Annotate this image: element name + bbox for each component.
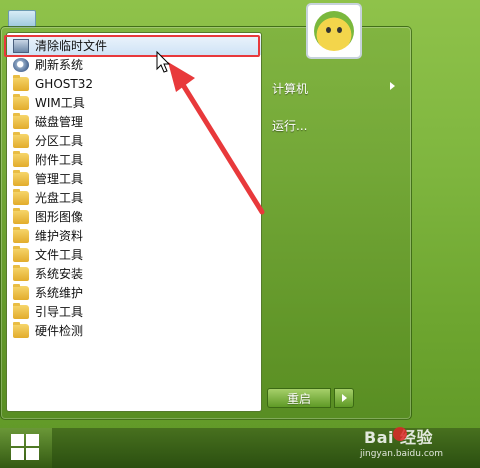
program-label: 文件工具 — [35, 248, 84, 262]
windows-logo-icon — [11, 434, 39, 461]
program-label: 分区工具 — [35, 134, 84, 148]
program-label: 图形图像 — [35, 210, 84, 224]
run-menu-item[interactable]: 运行... — [272, 117, 307, 134]
program-item-ghost32[interactable]: GHOST32 — [7, 74, 261, 93]
program-item-disk-management[interactable]: 磁盘管理 — [7, 112, 261, 131]
restart-button[interactable]: 重启 — [267, 388, 331, 408]
program-label: 管理工具 — [35, 172, 84, 186]
folder-icon — [13, 93, 29, 110]
program-item-accessory-tools[interactable]: 附件工具 — [7, 150, 261, 169]
folder-icon — [13, 131, 29, 148]
folder-icon — [13, 302, 29, 319]
computer-menu-item[interactable]: 计算机 — [272, 80, 308, 97]
program-label: GHOST32 — [35, 76, 93, 91]
folder-icon — [13, 150, 29, 167]
program-item-refresh-system[interactable]: 刷新系统 — [7, 55, 261, 74]
program-label: 系统安装 — [35, 267, 84, 281]
system-icon — [13, 57, 29, 72]
program-item-wim-tools[interactable]: WIM工具 — [7, 93, 261, 112]
program-label: 硬件检测 — [35, 324, 84, 338]
restart-options-button[interactable] — [334, 388, 354, 408]
folder-icon — [13, 74, 29, 91]
user-avatar[interactable] — [306, 3, 362, 59]
folder-icon — [13, 169, 29, 186]
watermark-url: jingyan.baidu.com — [360, 449, 444, 459]
program-item-graphics[interactable]: 图形图像 — [7, 207, 261, 226]
program-label: 附件工具 — [35, 153, 84, 167]
program-item-admin-tools[interactable]: 管理工具 — [7, 169, 261, 188]
avatar-picture — [314, 11, 354, 51]
program-label: 光盘工具 — [35, 191, 84, 205]
program-item-system-maintenance[interactable]: 系统维护 — [7, 283, 261, 302]
program-label: WIM工具 — [35, 96, 85, 110]
baidu-watermark: Bai 经验 jingyan.baidu.com — [350, 424, 476, 466]
program-label: 刷新系统 — [35, 58, 84, 72]
start-button[interactable] — [0, 428, 52, 468]
folder-icon — [13, 207, 29, 224]
folder-icon — [13, 226, 29, 243]
program-item-file-tools[interactable]: 文件工具 — [7, 245, 261, 264]
program-label: 系统维护 — [35, 286, 84, 300]
highlight-annotation-box — [4, 35, 260, 57]
folder-icon — [13, 264, 29, 281]
folder-icon — [13, 283, 29, 300]
programs-list: 清除临时文件 刷新系统 GHOST32 WIM工具 磁盘管理 分区工具 附件工具 — [7, 33, 261, 340]
program-label: 维护资料 — [35, 229, 84, 243]
program-item-hardware-test[interactable]: 硬件检测 — [7, 321, 261, 340]
program-item-maintenance-docs[interactable]: 维护资料 — [7, 226, 261, 245]
program-label: 磁盘管理 — [35, 115, 84, 129]
program-item-partition-tools[interactable]: 分区工具 — [7, 131, 261, 150]
program-item-disc-tools[interactable]: 光盘工具 — [7, 188, 261, 207]
folder-icon — [13, 245, 29, 262]
submenu-arrow-icon — [390, 82, 395, 90]
program-item-system-install[interactable]: 系统安装 — [7, 264, 261, 283]
programs-panel: 清除临时文件 刷新系统 GHOST32 WIM工具 磁盘管理 分区工具 附件工具 — [6, 32, 262, 412]
baidu-paw-icon — [393, 427, 407, 441]
program-label: 引导工具 — [35, 305, 84, 319]
folder-icon — [13, 112, 29, 129]
program-item-boot-tools[interactable]: 引导工具 — [7, 302, 261, 321]
folder-icon — [13, 321, 29, 338]
folder-icon — [13, 188, 29, 205]
